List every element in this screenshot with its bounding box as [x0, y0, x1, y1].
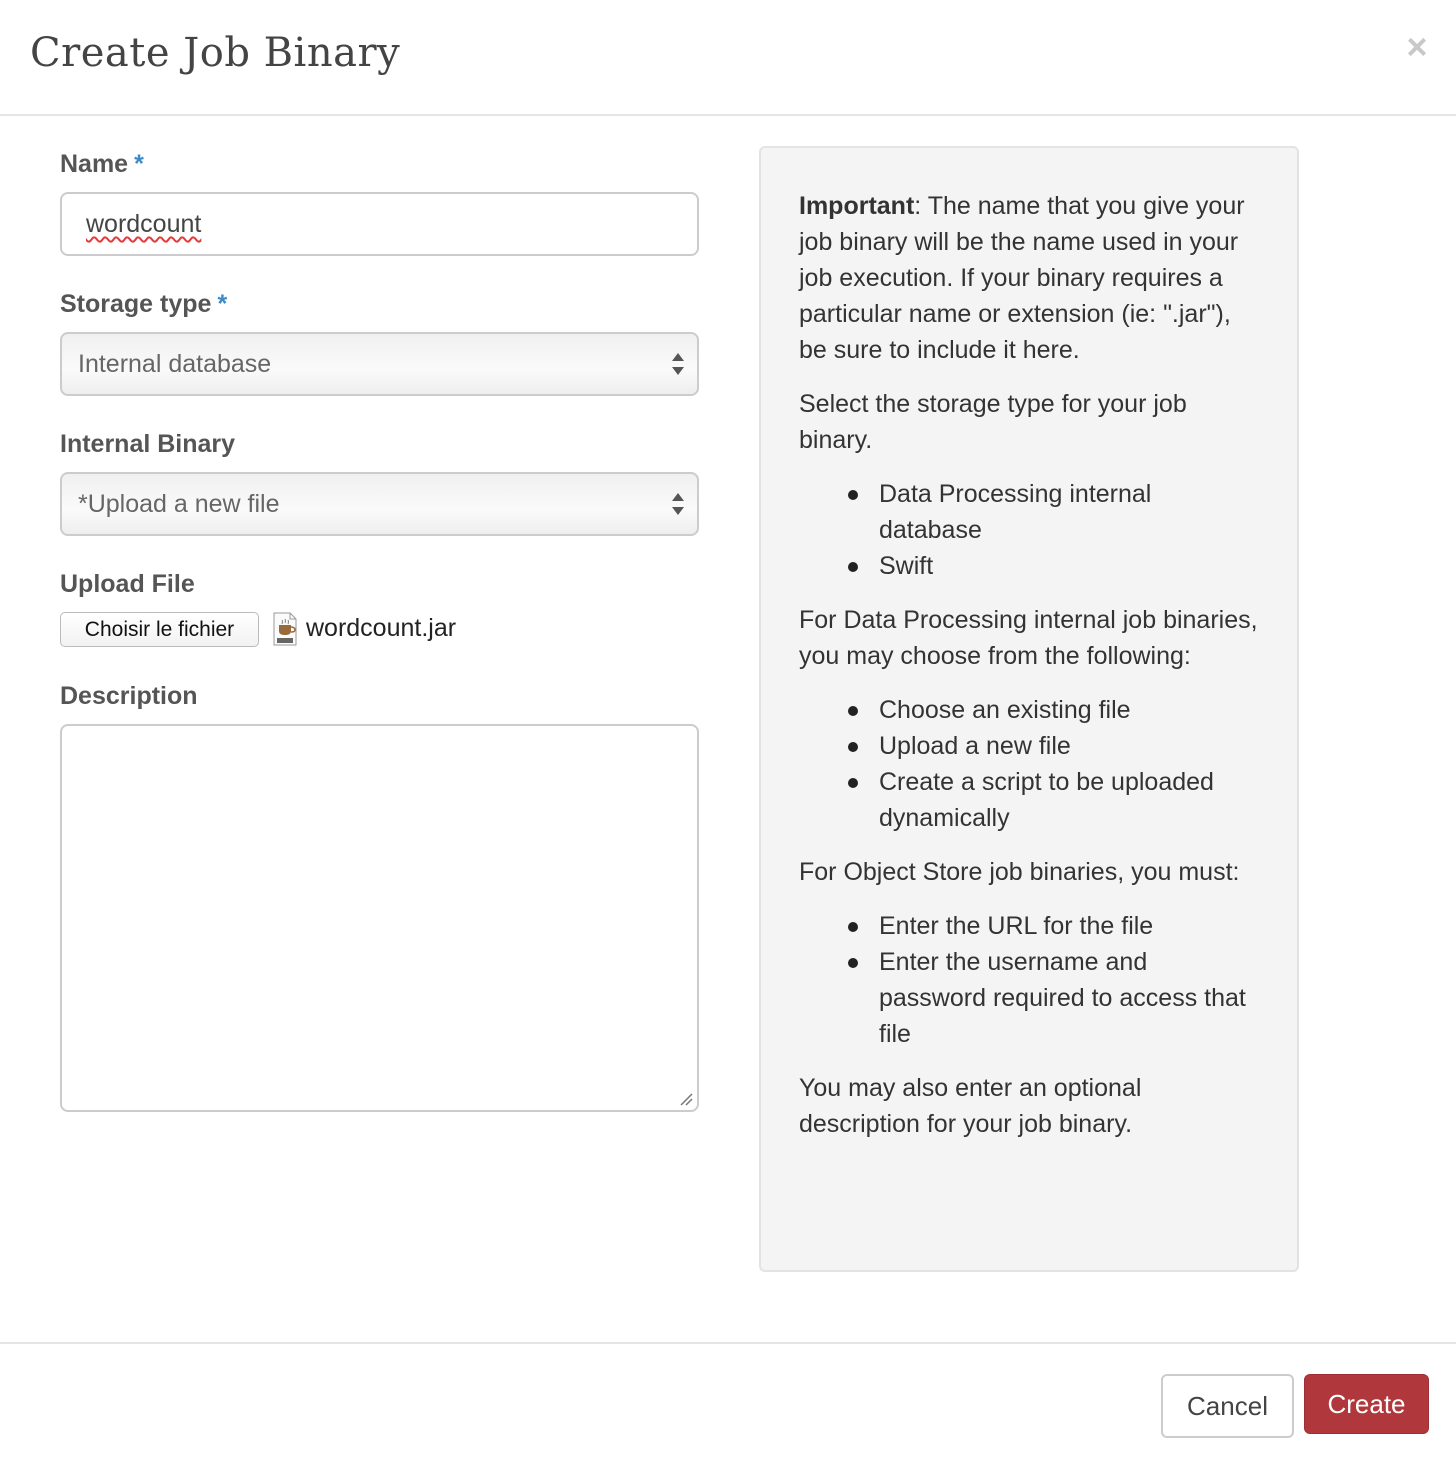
list-item: Swift	[848, 548, 1259, 584]
required-mark: *	[134, 150, 144, 178]
internal-binary-label: Internal Binary	[60, 430, 236, 458]
selected-file-name: wordcount.jar	[306, 614, 457, 642]
choose-file-button[interactable]: Choisir le fichier	[60, 612, 259, 647]
internal-binary-value: *Upload a new file	[78, 490, 280, 518]
object-options-list: Enter the URL for the file Enter the use…	[799, 908, 1259, 1052]
jar-file-icon	[273, 612, 297, 646]
upload-file-label: Upload File	[60, 570, 195, 598]
list-item: Choose an existing file	[848, 692, 1259, 728]
required-mark: *	[217, 290, 228, 318]
modal-title: Create Job Binary	[30, 30, 401, 76]
name-label: Name *	[60, 150, 144, 178]
resize-grip-icon[interactable]	[679, 1092, 693, 1106]
select-arrows-icon	[672, 353, 684, 375]
list-item: Create a script to be uploaded dynamical…	[848, 764, 1259, 836]
help-internal-intro: For Data Processing internal job binarie…	[799, 606, 1258, 670]
description-textarea[interactable]	[60, 724, 699, 1112]
select-arrows-icon	[672, 493, 684, 515]
cancel-button[interactable]: Cancel	[1161, 1374, 1294, 1438]
list-item: Enter the username and password required…	[848, 944, 1259, 1052]
list-item: Upload a new file	[848, 728, 1259, 764]
storage-type-value: Internal database	[78, 350, 272, 378]
help-intro: Important: The name that you give your j…	[799, 192, 1245, 364]
help-outro: You may also enter an optional descripti…	[799, 1074, 1142, 1138]
storage-options-list: Data Processing internal database Swift	[799, 476, 1259, 584]
help-storage-intro: Select the storage type for your job bin…	[799, 390, 1187, 454]
name-input-value: wordcount	[86, 210, 202, 238]
modal-header: Create Job Binary ×	[0, 0, 1456, 116]
close-icon[interactable]: ×	[1400, 29, 1434, 65]
help-important: Important	[799, 192, 915, 220]
list-item: Data Processing internal database	[848, 476, 1259, 548]
storage-type-label: Storage type *	[60, 290, 228, 318]
internal-binary-select[interactable]: *Upload a new file	[60, 472, 699, 536]
create-button[interactable]: Create	[1304, 1374, 1429, 1434]
internal-options-list: Choose an existing file Upload a new fil…	[799, 692, 1259, 836]
help-object-intro: For Object Store job binaries, you must:	[799, 858, 1240, 886]
help-panel: Important: The name that you give your j…	[759, 146, 1299, 1272]
storage-type-select[interactable]: Internal database	[60, 332, 699, 396]
description-label: Description	[60, 682, 198, 710]
list-item: Enter the URL for the file	[848, 908, 1259, 944]
name-input[interactable]: wordcount	[60, 192, 699, 256]
